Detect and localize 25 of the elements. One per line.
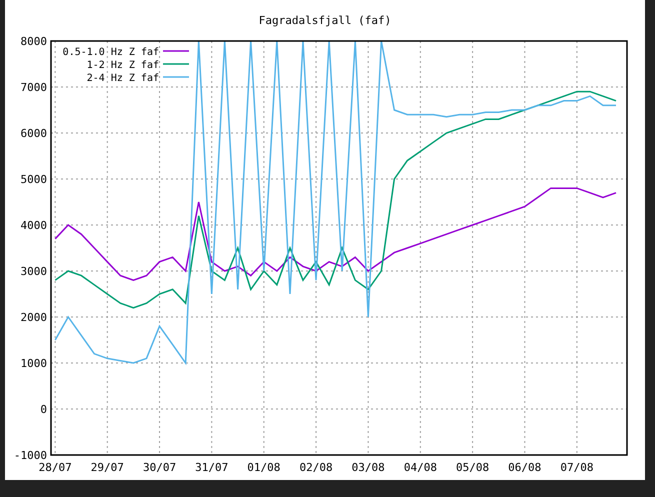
x-tick-label: 29/07: [90, 461, 124, 474]
y-tick-label: -1000: [14, 449, 47, 462]
legend-label: 0.5-1.0 Hz Z faf: [62, 47, 159, 58]
x-tick-label: 05/08: [456, 461, 490, 474]
y-tick-label: 6000: [20, 127, 47, 140]
x-tick-label: 07/08: [560, 461, 594, 474]
y-tick-label: 8000: [20, 35, 47, 48]
legend-label: 1-2 Hz Z faf: [86, 60, 159, 71]
x-tick-label: 31/07: [195, 461, 228, 474]
y-tick-label: 4000: [20, 219, 47, 232]
x-tick-label: 30/07: [142, 461, 176, 474]
legend-label: 2-4 Hz Z faf: [86, 73, 159, 84]
y-tick-label: 0: [40, 403, 47, 416]
y-tick-label: 5000: [20, 173, 47, 186]
x-tick-label: 03/08: [352, 461, 385, 474]
y-tick-label: 1000: [20, 357, 47, 370]
chart-title: Fagradalsfjall (faf): [258, 14, 392, 27]
x-tick-label: 04/08: [404, 461, 437, 474]
y-tick-label: 2000: [20, 311, 47, 324]
x-tick-label: 28/07: [38, 461, 72, 474]
y-tick-label: 7000: [20, 81, 47, 94]
y-tick-label: 3000: [20, 265, 47, 278]
x-tick-label: 01/08: [247, 461, 280, 474]
x-tick-label: 06/08: [508, 461, 542, 474]
x-tick-label: 02/08: [299, 461, 333, 474]
